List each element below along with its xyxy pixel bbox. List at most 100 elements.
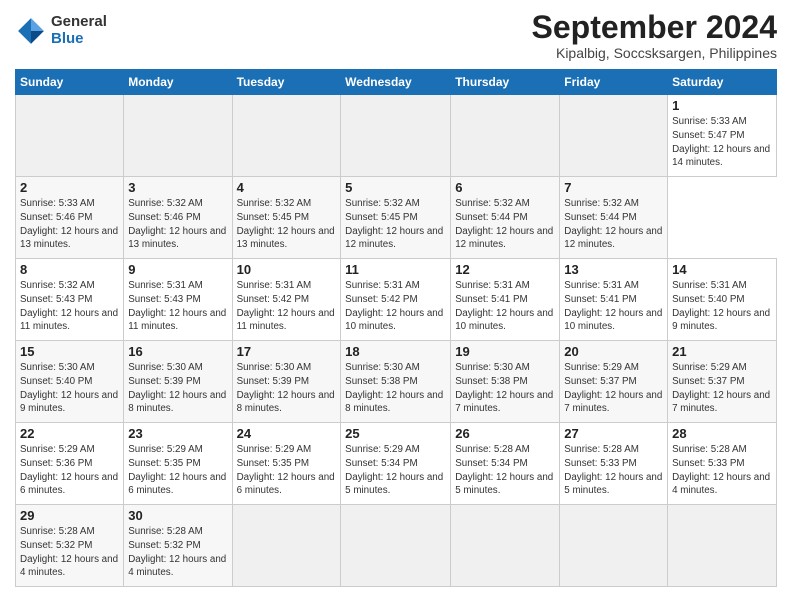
day-info: Sunrise: 5:30 AM Sunset: 5:38 PM Dayligh… [455, 361, 555, 416]
day-cell: 9Sunrise: 5:31 AM Sunset: 5:43 PM Daylig… [124, 259, 232, 341]
day-cell: 30 Sunrise: 5:28 AM Sunset: 5:32 PM Dayli… [124, 505, 232, 587]
day-number: 23 [128, 426, 227, 441]
day-cell: 20 Sunrise: 5:29 AM Sunset: 5:37 PM Dayli… [560, 341, 668, 423]
day-number: 10 [237, 262, 337, 277]
title-block: September 2024 Kipalbig, Soccsksargen, P… [532, 10, 777, 61]
col-header-friday: Friday [560, 70, 668, 95]
header: General Blue September 2024 Kipalbig, So… [15, 10, 777, 61]
day-info: Sunrise: 5:30 AM Sunset: 5:40 PM Dayligh… [20, 361, 119, 416]
day-cell [341, 505, 451, 587]
day-cell: 8Sunrise: 5:32 AM Sunset: 5:43 PM Daylig… [16, 259, 124, 341]
page-container: General Blue September 2024 Kipalbig, So… [0, 0, 792, 597]
col-header-saturday: Saturday [668, 70, 777, 95]
day-cell [560, 95, 668, 177]
day-info: Sunrise: 5:31 AM Sunset: 5:41 PM Dayligh… [455, 279, 555, 334]
day-cell: 10 Sunrise: 5:31 AM Sunset: 5:42 PM Dayli… [232, 259, 341, 341]
day-cell: 12 Sunrise: 5:31 AM Sunset: 5:41 PM Dayli… [451, 259, 560, 341]
day-number: 15 [20, 344, 119, 359]
day-number: 7 [564, 180, 663, 195]
location: Kipalbig, Soccsksargen, Philippines [532, 45, 777, 61]
week-row: 15 Sunrise: 5:30 AM Sunset: 5:40 PM Dayli… [16, 341, 777, 423]
day-cell: 5 Sunrise: 5:32 AM Sunset: 5:45 PM Daylig… [341, 177, 451, 259]
day-info: Sunrise: 5:31 AM Sunset: 5:42 PM Dayligh… [345, 279, 446, 334]
week-row: 8Sunrise: 5:32 AM Sunset: 5:43 PM Daylig… [16, 259, 777, 341]
col-header-sunday: Sunday [16, 70, 124, 95]
day-cell: 16Sunrise: 5:30 AM Sunset: 5:39 PM Dayli… [124, 341, 232, 423]
day-info: Sunrise: 5:28 AM Sunset: 5:34 PM Dayligh… [455, 443, 555, 498]
day-cell: 2Sunrise: 5:33 AM Sunset: 5:46 PM Daylig… [16, 177, 124, 259]
day-cell: 19 Sunrise: 5:30 AM Sunset: 5:38 PM Dayli… [451, 341, 560, 423]
day-info: Sunrise: 5:32 AM Sunset: 5:45 PM Dayligh… [237, 197, 337, 252]
day-cell: 27 Sunrise: 5:28 AM Sunset: 5:33 PM Dayli… [560, 423, 668, 505]
day-cell: 23 Sunrise: 5:29 AM Sunset: 5:35 PM Dayli… [124, 423, 232, 505]
day-info: Sunrise: 5:29 AM Sunset: 5:34 PM Dayligh… [345, 443, 446, 498]
calendar-table: SundayMondayTuesdayWednesdayThursdayFrid… [15, 69, 777, 587]
day-number: 28 [672, 426, 772, 441]
logo: General Blue [15, 14, 107, 47]
day-info: Sunrise: 5:29 AM Sunset: 5:37 PM Dayligh… [672, 361, 772, 416]
day-cell: 28Sunrise: 5:28 AM Sunset: 5:33 PM Dayli… [668, 423, 777, 505]
day-number: 29 [20, 508, 119, 523]
day-info: Sunrise: 5:32 AM Sunset: 5:46 PM Dayligh… [128, 197, 227, 252]
month-title: September 2024 [532, 10, 777, 45]
col-header-monday: Monday [124, 70, 232, 95]
day-cell: 1Sunrise: 5:33 AM Sunset: 5:47 PM Daylig… [668, 95, 777, 177]
day-cell: 21Sunrise: 5:29 AM Sunset: 5:37 PM Dayli… [668, 341, 777, 423]
day-info: Sunrise: 5:32 AM Sunset: 5:44 PM Dayligh… [564, 197, 663, 252]
day-cell: 14Sunrise: 5:31 AM Sunset: 5:40 PM Dayli… [668, 259, 777, 341]
day-cell: 6Sunrise: 5:32 AM Sunset: 5:44 PM Daylig… [451, 177, 560, 259]
day-info: Sunrise: 5:32 AM Sunset: 5:43 PM Dayligh… [20, 279, 119, 334]
day-cell: 25 Sunrise: 5:29 AM Sunset: 5:34 PM Dayli… [341, 423, 451, 505]
week-row: 1Sunrise: 5:33 AM Sunset: 5:47 PM Daylig… [16, 95, 777, 177]
day-cell [232, 95, 341, 177]
day-info: Sunrise: 5:33 AM Sunset: 5:46 PM Dayligh… [20, 197, 119, 252]
day-cell: 18Sunrise: 5:30 AM Sunset: 5:38 PM Dayli… [341, 341, 451, 423]
day-cell: 17 Sunrise: 5:30 AM Sunset: 5:39 PM Dayli… [232, 341, 341, 423]
day-number: 26 [455, 426, 555, 441]
day-info: Sunrise: 5:31 AM Sunset: 5:43 PM Dayligh… [128, 279, 227, 334]
day-cell: 22 Sunrise: 5:29 AM Sunset: 5:36 PM Dayli… [16, 423, 124, 505]
day-info: Sunrise: 5:32 AM Sunset: 5:45 PM Dayligh… [345, 197, 446, 252]
day-cell: 26 Sunrise: 5:28 AM Sunset: 5:34 PM Dayli… [451, 423, 560, 505]
day-info: Sunrise: 5:31 AM Sunset: 5:40 PM Dayligh… [672, 279, 772, 334]
day-info: Sunrise: 5:28 AM Sunset: 5:32 PM Dayligh… [128, 525, 227, 580]
day-cell: 3 Sunrise: 5:32 AM Sunset: 5:46 PM Daylig… [124, 177, 232, 259]
day-number: 19 [455, 344, 555, 359]
day-number: 11 [345, 262, 446, 277]
logo-general: General [51, 14, 107, 31]
day-cell [232, 505, 341, 587]
day-cell [560, 505, 668, 587]
day-info: Sunrise: 5:32 AM Sunset: 5:44 PM Dayligh… [455, 197, 555, 252]
day-info: Sunrise: 5:30 AM Sunset: 5:39 PM Dayligh… [237, 361, 337, 416]
day-cell [341, 95, 451, 177]
day-number: 3 [128, 180, 227, 195]
day-number: 24 [237, 426, 337, 441]
day-number: 30 [128, 508, 227, 523]
logo-text: General Blue [51, 14, 107, 47]
logo-icon [15, 15, 47, 47]
day-number: 4 [237, 180, 337, 195]
day-info: Sunrise: 5:31 AM Sunset: 5:42 PM Dayligh… [237, 279, 337, 334]
logo-blue: Blue [51, 31, 107, 48]
day-number: 27 [564, 426, 663, 441]
week-row: 22 Sunrise: 5:29 AM Sunset: 5:36 PM Dayli… [16, 423, 777, 505]
day-info: Sunrise: 5:28 AM Sunset: 5:33 PM Dayligh… [564, 443, 663, 498]
day-info: Sunrise: 5:29 AM Sunset: 5:35 PM Dayligh… [128, 443, 227, 498]
day-info: Sunrise: 5:29 AM Sunset: 5:35 PM Dayligh… [237, 443, 337, 498]
day-cell [16, 95, 124, 177]
day-info: Sunrise: 5:31 AM Sunset: 5:41 PM Dayligh… [564, 279, 663, 334]
day-number: 5 [345, 180, 446, 195]
day-number: 13 [564, 262, 663, 277]
day-info: Sunrise: 5:30 AM Sunset: 5:38 PM Dayligh… [345, 361, 446, 416]
day-number: 25 [345, 426, 446, 441]
day-number: 22 [20, 426, 119, 441]
day-info: Sunrise: 5:29 AM Sunset: 5:37 PM Dayligh… [564, 361, 663, 416]
day-info: Sunrise: 5:30 AM Sunset: 5:39 PM Dayligh… [128, 361, 227, 416]
day-cell: 11 Sunrise: 5:31 AM Sunset: 5:42 PM Dayli… [341, 259, 451, 341]
day-number: 17 [237, 344, 337, 359]
day-info: Sunrise: 5:29 AM Sunset: 5:36 PM Dayligh… [20, 443, 119, 498]
col-header-tuesday: Tuesday [232, 70, 341, 95]
day-number: 12 [455, 262, 555, 277]
day-cell [668, 505, 777, 587]
day-number: 20 [564, 344, 663, 359]
